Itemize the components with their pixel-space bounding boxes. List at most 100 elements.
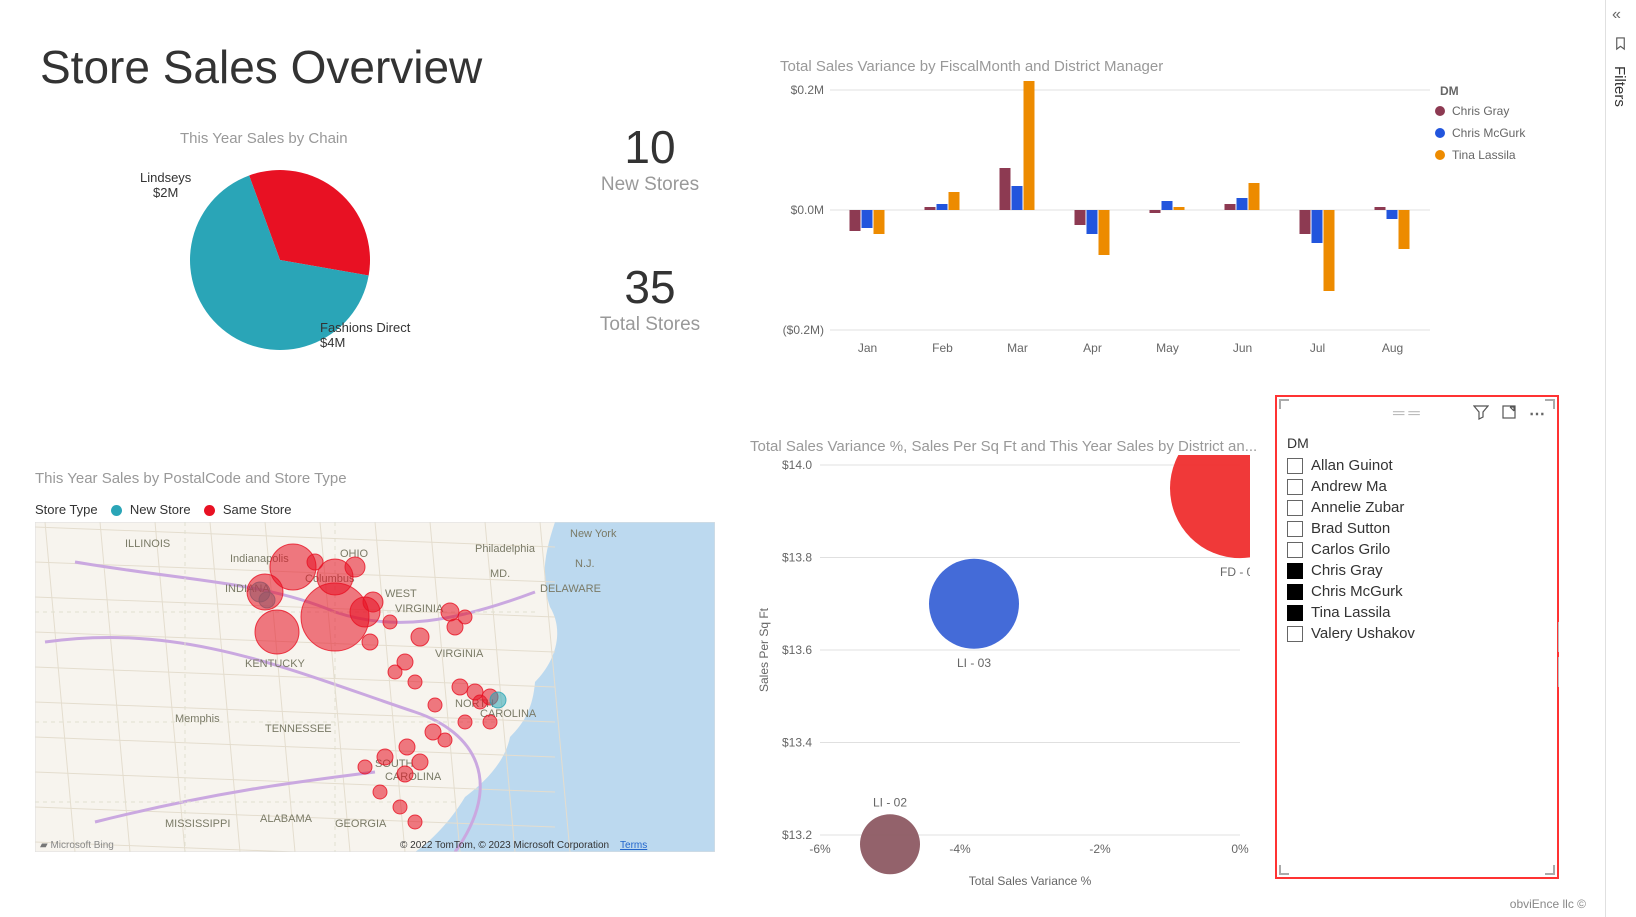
checkbox-icon[interactable] bbox=[1287, 584, 1303, 600]
kpi-total-stores-label: Total Stores bbox=[570, 314, 730, 336]
checkbox-icon[interactable] bbox=[1287, 626, 1303, 642]
slicer-item[interactable]: Carlos Grilo bbox=[1277, 539, 1557, 560]
kpi-total-stores-value: 35 bbox=[570, 260, 730, 314]
bing-label: Microsoft Bing bbox=[50, 840, 113, 851]
kpi-new-stores-label: New Stores bbox=[570, 174, 730, 196]
resize-handle-icon[interactable] bbox=[1545, 865, 1555, 875]
svg-text:-2%: -2% bbox=[1089, 842, 1111, 856]
svg-text:MISSISSIPPI: MISSISSIPPI bbox=[165, 818, 230, 830]
svg-text:Memphis: Memphis bbox=[175, 713, 220, 725]
dm-slicer-visual[interactable]: ══ ⋯ DM Allan Guinot Andrew Ma Annelie Zub… bbox=[1275, 395, 1559, 879]
svg-text:LI - 03: LI - 03 bbox=[957, 656, 991, 670]
svg-text:N.J.: N.J. bbox=[575, 558, 595, 570]
map-legend: Store Type New Store Same Store bbox=[35, 502, 292, 517]
legend-swatch-same-store bbox=[204, 505, 215, 516]
map-terms-link[interactable]: Terms bbox=[620, 840, 647, 851]
slicer-item[interactable]: Chris McGurk bbox=[1277, 581, 1557, 602]
slicer-item[interactable]: Valery Ushakov bbox=[1277, 623, 1557, 644]
slicer-item[interactable]: Allan Guinot bbox=[1277, 455, 1557, 476]
svg-text:FD - 02: FD - 02 bbox=[1220, 565, 1250, 579]
kpi-total-stores: 35 Total Stores bbox=[570, 260, 730, 336]
svg-text:GEORGIA: GEORGIA bbox=[335, 818, 387, 830]
svg-text:$14.0: $14.0 bbox=[782, 458, 812, 472]
checkbox-icon[interactable] bbox=[1287, 563, 1303, 579]
map-title: This Year Sales by PostalCode and Store … bbox=[35, 470, 347, 487]
svg-text:Sales Per Sq Ft: Sales Per Sq Ft bbox=[757, 607, 771, 692]
slicer-item[interactable]: Annelie Zubar bbox=[1277, 497, 1557, 518]
slicer-item[interactable]: Tina Lassila bbox=[1277, 602, 1557, 623]
slicer-item-label: Valery Ushakov bbox=[1311, 625, 1415, 642]
svg-text:0%: 0% bbox=[1231, 842, 1249, 856]
svg-text:LI - 02: LI - 02 bbox=[873, 795, 907, 809]
svg-text:WEST: WEST bbox=[385, 588, 417, 600]
svg-text:($0.2M): ($0.2M) bbox=[783, 323, 824, 337]
svg-text:$13.6: $13.6 bbox=[782, 643, 812, 657]
filters-pane-collapsed[interactable]: « Filters bbox=[1605, 0, 1636, 917]
map-attribution: ▰ Microsoft Bing bbox=[40, 840, 114, 851]
footer-copyright: obviEnce llc © bbox=[1510, 897, 1586, 911]
page-title: Store Sales Overview bbox=[40, 40, 482, 94]
slicer-item[interactable]: Chris Gray bbox=[1277, 560, 1557, 581]
svg-text:VIRGINIA: VIRGINIA bbox=[395, 603, 444, 615]
checkbox-icon[interactable] bbox=[1287, 521, 1303, 537]
slicer-item-label: Chris McGurk bbox=[1311, 583, 1403, 600]
slicer-item-label: Chris Gray bbox=[1311, 562, 1383, 579]
bar-chart[interactable]: ($0.2M)$0.0M$0.2MJanFebMarAprMayJunJulAu… bbox=[780, 70, 1590, 370]
svg-text:Mar: Mar bbox=[1007, 341, 1028, 355]
svg-text:Philadelphia: Philadelphia bbox=[475, 543, 536, 555]
legend-label-new-store: New Store bbox=[130, 502, 191, 517]
slicer-field-title: DM bbox=[1277, 431, 1557, 455]
resize-handle-icon[interactable] bbox=[1545, 399, 1555, 409]
svg-text:Chris Gray: Chris Gray bbox=[1452, 104, 1509, 118]
kpi-new-stores-value: 10 bbox=[570, 120, 730, 174]
slicer-item-label: Tina Lassila bbox=[1311, 604, 1390, 621]
map-legend-title: Store Type bbox=[35, 502, 98, 517]
svg-text:$0.0M: $0.0M bbox=[791, 203, 824, 217]
slicer-item-label: Carlos Grilo bbox=[1311, 541, 1390, 558]
svg-text:TENNESSEE: TENNESSEE bbox=[265, 723, 332, 735]
svg-text:-4%: -4% bbox=[949, 842, 971, 856]
checkbox-icon[interactable] bbox=[1287, 605, 1303, 621]
svg-text:Total Sales Variance %: Total Sales Variance % bbox=[969, 874, 1092, 888]
svg-text:Jan: Jan bbox=[858, 341, 877, 355]
svg-text:May: May bbox=[1156, 341, 1179, 355]
checkbox-icon[interactable] bbox=[1287, 458, 1303, 474]
resize-handle-icon[interactable] bbox=[1279, 865, 1289, 875]
focus-mode-icon[interactable] bbox=[1501, 404, 1517, 425]
slicer-item-label: Allan Guinot bbox=[1311, 457, 1393, 474]
more-options-icon[interactable]: ⋯ bbox=[1529, 404, 1545, 424]
bookmark-icon[interactable] bbox=[1613, 36, 1628, 55]
expand-pane-icon[interactable]: « bbox=[1612, 6, 1621, 24]
pie-chart-title: This Year Sales by Chain bbox=[180, 130, 348, 147]
resize-handle-icon[interactable] bbox=[1279, 399, 1289, 409]
svg-text:KENTUCKY: KENTUCKY bbox=[245, 658, 306, 670]
slicer-item-label: Brad Sutton bbox=[1311, 520, 1390, 537]
legend-swatch-new-store bbox=[111, 505, 122, 516]
slicer-item[interactable]: Andrew Ma bbox=[1277, 476, 1557, 497]
checkbox-icon[interactable] bbox=[1287, 500, 1303, 516]
svg-text:Chris McGurk: Chris McGurk bbox=[1452, 126, 1526, 140]
svg-text:$13.2: $13.2 bbox=[782, 828, 812, 842]
map-visual[interactable]: ILLINOISIndianapolisINDIANAOHIOColumbusW… bbox=[35, 522, 715, 852]
map-copyright: © 2022 TomTom, © 2023 Microsoft Corporat… bbox=[400, 840, 609, 851]
filters-pane-label[interactable]: Filters bbox=[1611, 66, 1628, 107]
svg-text:DELAWARE: DELAWARE bbox=[540, 583, 601, 595]
drag-handle-icon[interactable]: ══ bbox=[1393, 405, 1424, 423]
slicer-item-label: Andrew Ma bbox=[1311, 478, 1387, 495]
slicer-item[interactable]: Brad Sutton bbox=[1277, 518, 1557, 539]
filter-icon[interactable] bbox=[1473, 404, 1489, 425]
resize-handle-icon[interactable] bbox=[1557, 622, 1561, 652]
bing-logo: ▰ bbox=[40, 840, 50, 851]
scatter-chart[interactable]: $13.2$13.4$13.6$13.8$14.0-6%-4%-2%0%Tota… bbox=[750, 455, 1250, 895]
svg-text:ILLINOIS: ILLINOIS bbox=[125, 538, 170, 550]
pie-label-fashions-direct: Fashions Direct $4M bbox=[320, 320, 410, 350]
checkbox-icon[interactable] bbox=[1287, 542, 1303, 558]
svg-text:Apr: Apr bbox=[1083, 341, 1102, 355]
svg-text:Jun: Jun bbox=[1233, 341, 1252, 355]
checkbox-icon[interactable] bbox=[1287, 479, 1303, 495]
pie-label-lindseys: Lindseys $2M bbox=[140, 170, 191, 200]
svg-text:Jul: Jul bbox=[1310, 341, 1325, 355]
svg-text:Feb: Feb bbox=[932, 341, 953, 355]
svg-text:MD.: MD. bbox=[490, 568, 510, 580]
svg-text:$13.8: $13.8 bbox=[782, 551, 812, 565]
